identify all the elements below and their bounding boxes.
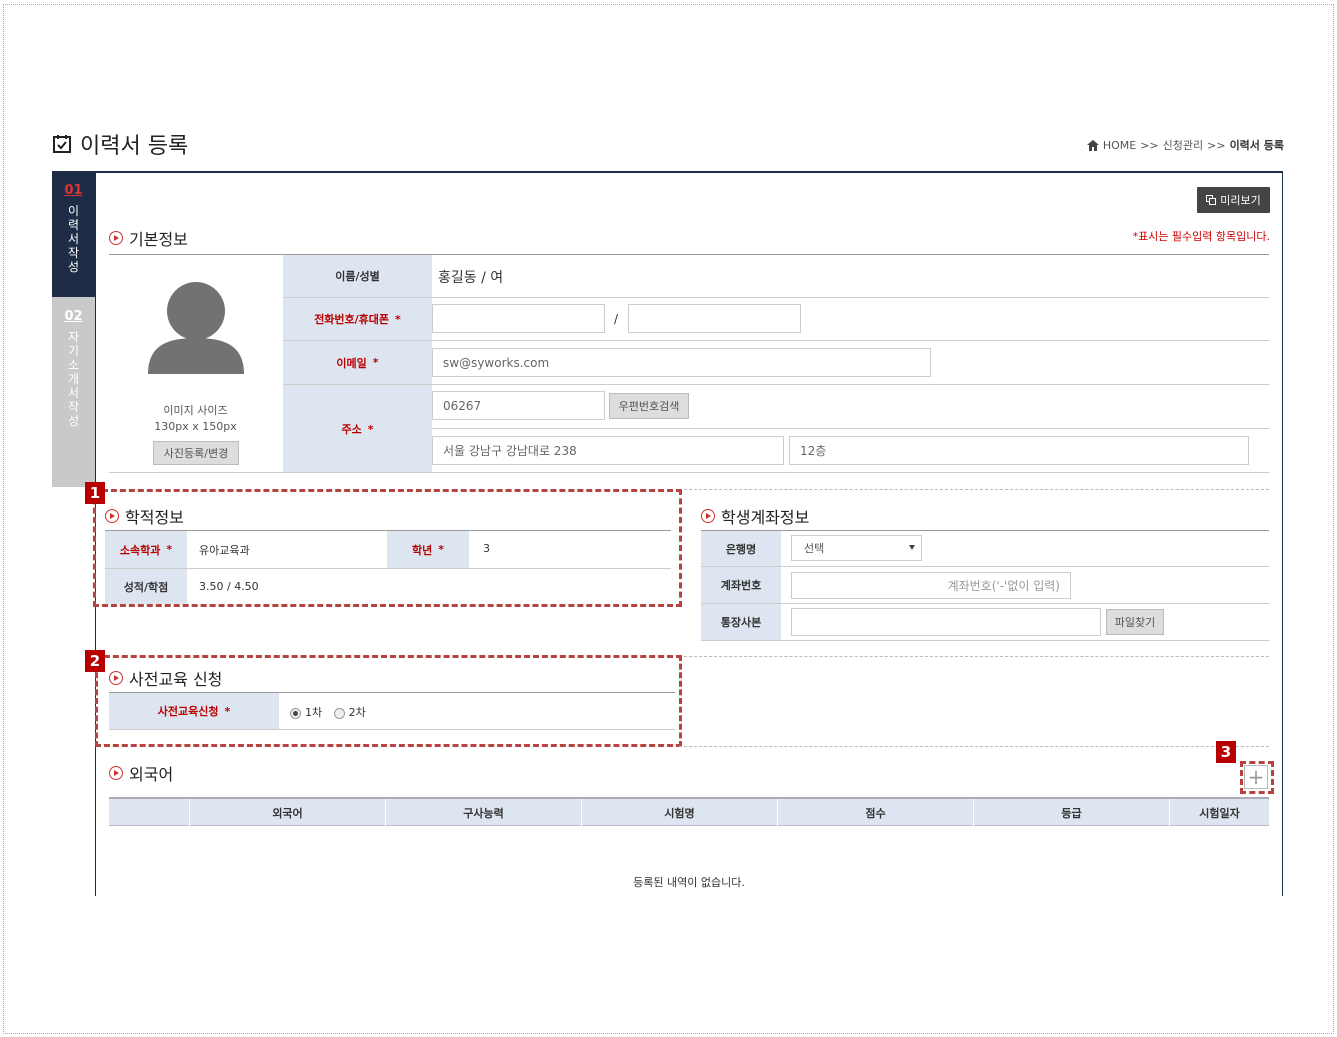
dotted-divider bbox=[679, 746, 1269, 747]
breadcrumb: HOME >> 신청관리 >> 이력서 등록 bbox=[1086, 137, 1284, 153]
step-number: 02 bbox=[64, 309, 83, 324]
callout-tag-2: 2 bbox=[85, 650, 105, 672]
preview-label: 미리보기 bbox=[1220, 194, 1261, 207]
mobile-field[interactable] bbox=[628, 304, 801, 333]
step-cover-letter[interactable]: 02 자기소개서작성 bbox=[52, 297, 95, 487]
step-label: 자기소개서작성 bbox=[67, 330, 80, 428]
column-header: 시험일자 bbox=[1169, 799, 1269, 826]
bank-select[interactable]: 선택 bbox=[791, 535, 922, 561]
address-label: 주소 * bbox=[283, 385, 432, 473]
divider bbox=[701, 640, 1269, 641]
page-canvas: 이력서 등록 HOME >> 신청관리 >> 이력서 등록 01 이력서작성 0… bbox=[38, 120, 1298, 896]
section-foreign-language-title: 외국어 bbox=[109, 761, 173, 785]
required-note: *표시는 필수입력 항목입니다. bbox=[1132, 230, 1270, 243]
zipcode-search-button[interactable]: 우편번호검색 bbox=[609, 393, 689, 419]
address-label-text: 주소 bbox=[341, 423, 362, 436]
home-icon bbox=[1086, 139, 1099, 151]
image-size-info: 이미지 사이즈 130px x 150px bbox=[118, 403, 273, 435]
phone-separator: / bbox=[614, 312, 619, 326]
name-value: 홍길동 / 여 bbox=[438, 270, 504, 286]
step-label: 이력서작성 bbox=[67, 204, 80, 274]
circle-arrow-icon bbox=[109, 231, 123, 245]
preview-button[interactable]: 미리보기 bbox=[1197, 187, 1270, 213]
divider bbox=[109, 472, 1269, 473]
breadcrumb-home[interactable]: HOME bbox=[1103, 139, 1136, 152]
dotted-divider bbox=[679, 656, 1269, 657]
calendar-check-icon bbox=[53, 135, 71, 153]
required-star: * bbox=[367, 422, 374, 436]
account-number-field[interactable]: 계좌번호('-'없이 입력) bbox=[791, 572, 1071, 599]
page-title: 이력서 등록 bbox=[52, 128, 188, 160]
callout-tag-1: 1 bbox=[85, 482, 105, 504]
dropdown-arrow-icon bbox=[909, 545, 915, 550]
email-label-text: 이메일 bbox=[336, 356, 367, 370]
callout-tag-3: 3 bbox=[1216, 741, 1236, 763]
file-browse-button[interactable]: 파일찾기 bbox=[1106, 609, 1164, 635]
column-header: 점수 bbox=[777, 799, 973, 826]
phone-label: 전화번호/휴대폰 * bbox=[283, 298, 432, 340]
breadcrumb-mid[interactable]: 신청관리 bbox=[1163, 137, 1203, 153]
page-title-text: 이력서 등록 bbox=[80, 134, 189, 159]
bankbook-copy-label: 통장사본 bbox=[701, 604, 781, 640]
breadcrumb-current: 이력서 등록 bbox=[1229, 139, 1284, 152]
email-field[interactable]: sw@syworks.com bbox=[432, 348, 931, 377]
image-size-value: 130px x 150px bbox=[154, 420, 237, 433]
step-resume[interactable]: 01 이력서작성 bbox=[52, 171, 95, 297]
name-label: 이름/성별 bbox=[283, 255, 432, 297]
callout-box-1 bbox=[93, 489, 682, 607]
section-bank-title: 학생계좌정보 bbox=[701, 504, 809, 528]
zipcode-field[interactable]: 06267 bbox=[432, 391, 605, 420]
step-sidebar: 01 이력서작성 02 자기소개서작성 bbox=[52, 171, 95, 487]
column-header: 구사능력 bbox=[385, 799, 581, 826]
required-star: * bbox=[395, 312, 401, 326]
section-basic-title: 기본정보 bbox=[109, 226, 188, 250]
window-icon bbox=[1206, 195, 1217, 205]
circle-arrow-icon bbox=[701, 509, 715, 523]
image-size-label: 이미지 사이즈 bbox=[163, 404, 228, 417]
step-number: 01 bbox=[64, 183, 83, 198]
column-header: 시험명 bbox=[581, 799, 777, 826]
circle-arrow-icon bbox=[109, 766, 123, 780]
dotted-divider bbox=[679, 489, 1269, 490]
divider bbox=[701, 603, 1269, 604]
divider bbox=[432, 428, 1269, 429]
bankbook-file-field[interactable] bbox=[791, 608, 1101, 636]
section-title-text: 학생계좌정보 bbox=[721, 508, 810, 527]
section-title-text: 기본정보 bbox=[129, 230, 188, 249]
required-star: * bbox=[372, 356, 379, 369]
email-label: 이메일 * bbox=[283, 341, 432, 384]
column-header: 등급 bbox=[973, 799, 1169, 826]
divider bbox=[701, 566, 1269, 567]
address-field[interactable]: 서울 강남구 강남대로 238 bbox=[432, 436, 784, 465]
divider bbox=[701, 530, 1269, 531]
callout-box-3 bbox=[1240, 761, 1274, 794]
empty-table-message: 등록된 내역이 없습니다. bbox=[633, 876, 745, 889]
phone-field[interactable] bbox=[432, 304, 605, 333]
avatar-icon bbox=[148, 282, 244, 374]
photo-upload-button[interactable]: 사진등록/변경 bbox=[153, 441, 239, 465]
phone-label-text: 전화번호/휴대폰 bbox=[314, 313, 390, 326]
breadcrumb-separator: >> bbox=[1207, 138, 1226, 152]
column-header: 외국어 bbox=[189, 799, 385, 826]
breadcrumb-separator: >> bbox=[1140, 138, 1159, 152]
bank-name-label: 은행명 bbox=[701, 531, 781, 566]
address-detail-field[interactable]: 12층 bbox=[789, 436, 1249, 465]
callout-box-2 bbox=[95, 655, 682, 747]
bank-select-value: 선택 bbox=[804, 542, 825, 555]
section-title-text: 외국어 bbox=[129, 765, 174, 784]
account-number-label: 계좌번호 bbox=[701, 567, 781, 603]
foreign-language-table-header: 외국어 구사능력 시험명 점수 등급 시험일자 bbox=[109, 797, 1269, 826]
